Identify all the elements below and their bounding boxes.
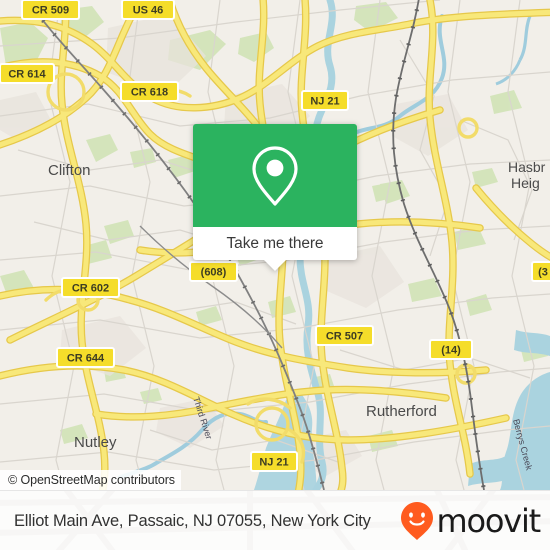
place-label-nutley: Nutley — [74, 434, 117, 451]
osm-attribution[interactable]: © OpenStreetMap contributors — [0, 470, 181, 490]
moovit-pin-smiley-icon — [401, 502, 434, 540]
svg-text:CR 509: CR 509 — [32, 5, 69, 17]
road-shield-cr-644[interactable]: CR 644 — [56, 347, 115, 368]
location-title: Elliot Main Ave, Passaic, NJ 07055, New … — [14, 511, 371, 530]
svg-text:US 46: US 46 — [133, 5, 164, 17]
place-label-clifton: Clifton — [48, 162, 91, 179]
svg-text:CR 602: CR 602 — [72, 283, 109, 295]
popup-card-header — [193, 124, 357, 227]
svg-text:(14): (14) — [441, 345, 461, 357]
road-shield-3-partial[interactable]: (3 — [531, 261, 550, 282]
road-shield-us-46[interactable]: US 46 — [121, 0, 175, 20]
road-shield-nj-21-north[interactable]: NJ 21 — [301, 90, 349, 111]
svg-text:CR 507: CR 507 — [326, 331, 363, 343]
footer-bar: Elliot Main Ave, Passaic, NJ 07055, New … — [0, 490, 550, 550]
moovit-logo[interactable]: moovit — [400, 501, 541, 541]
svg-text:(3: (3 — [538, 267, 548, 279]
svg-text:CR 644: CR 644 — [67, 353, 105, 365]
take-me-there-label: Take me there — [226, 234, 324, 252]
svg-text:CR 618: CR 618 — [131, 87, 168, 99]
road-shield-cr-507[interactable]: CR 507 — [315, 325, 374, 346]
popup-pointer-tail — [264, 260, 286, 271]
road-shield-cr-618[interactable]: CR 618 — [120, 81, 179, 102]
road-shield-14[interactable]: (14) — [429, 339, 473, 360]
popup-action-bar[interactable]: Take me there — [193, 227, 357, 271]
svg-text:NJ 21: NJ 21 — [310, 96, 339, 108]
road-shield-608[interactable]: (608) — [189, 261, 238, 282]
svg-text:CR 614: CR 614 — [8, 69, 46, 81]
moovit-map-screenshot: Clifton Hasbr Heig Rutherford Nutley Thi… — [0, 0, 550, 550]
map-pin-icon — [252, 145, 298, 206]
place-label-hasbrouck: Hasbr — [508, 159, 546, 175]
moovit-wordmark: moovit — [436, 502, 541, 540]
svg-text:NJ 21: NJ 21 — [259, 457, 288, 469]
road-shield-cr-602[interactable]: CR 602 — [61, 277, 120, 298]
svg-text:(608): (608) — [201, 267, 227, 279]
place-label-heights: Heig — [511, 175, 540, 191]
road-shield-nj-21-south[interactable]: NJ 21 — [250, 451, 298, 472]
road-shield-cr-614[interactable]: CR 614 — [0, 63, 55, 84]
road-shield-cr-509[interactable]: CR 509 — [21, 0, 80, 20]
place-label-rutherford: Rutherford — [366, 403, 437, 420]
location-popup-card[interactable]: Take me there — [193, 124, 357, 271]
